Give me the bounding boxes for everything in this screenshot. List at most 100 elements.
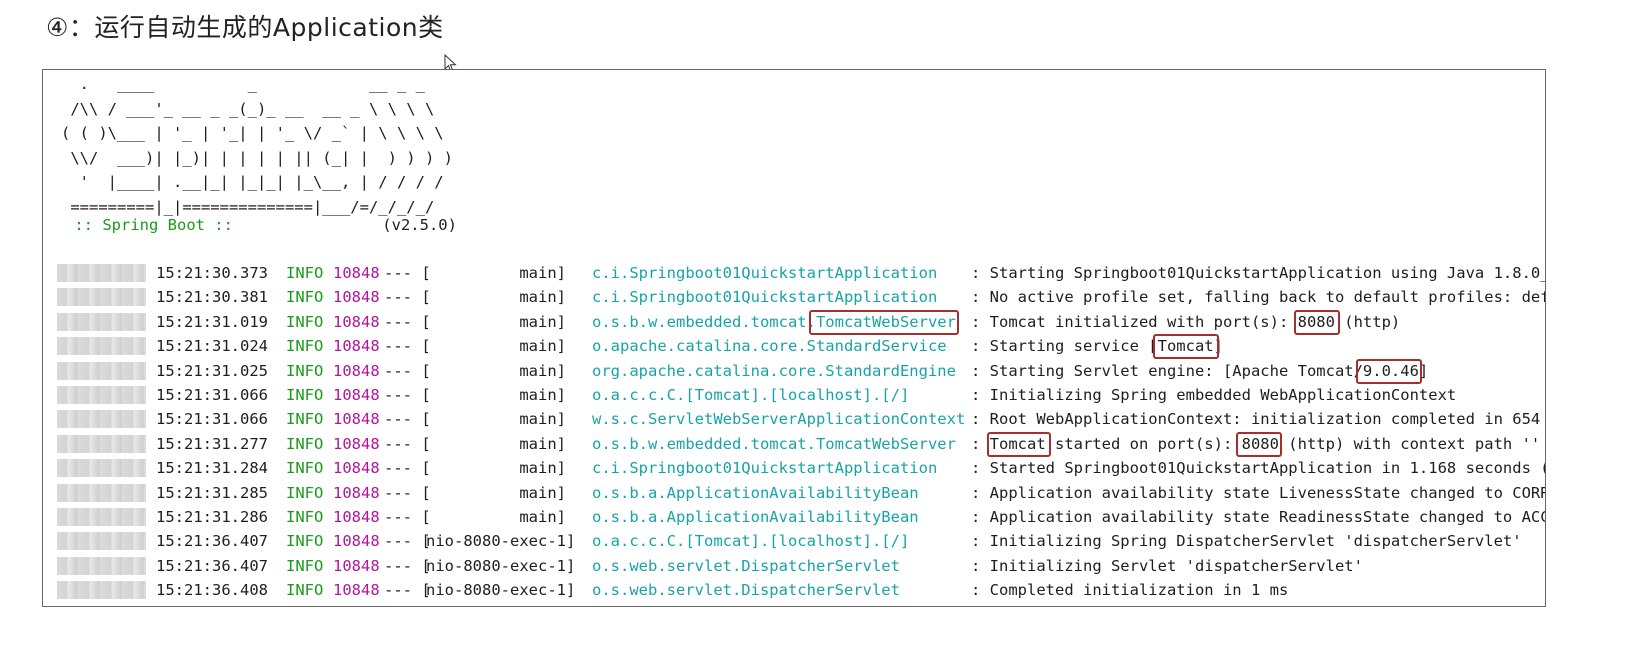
log-time: 15:21:31.066 <box>156 410 268 429</box>
log-separator: --- [ <box>384 483 431 502</box>
log-logger: org.apache.catalina.core.StandardEngine <box>592 361 956 380</box>
log-row: 15:21:31.024 INFO 10848 --- [ main] o.ap… <box>43 334 1545 360</box>
log-thread: main] <box>426 459 566 478</box>
log-level: INFO <box>286 410 324 429</box>
log-rows: 15:21:30.373 INFO 10848 --- [ main] c.i.… <box>43 261 1546 602</box>
redacted-date <box>57 483 146 502</box>
log-pid: 10848 <box>333 434 380 453</box>
log-level: INFO <box>286 581 324 600</box>
highlight-box-tomcat <box>1153 334 1219 360</box>
log-row: 15:21:30.381 INFO 10848 --- [ main] c.i.… <box>43 285 1546 309</box>
log-message: : Root WebApplicationContext: initializa… <box>971 410 1541 429</box>
log-message: : Initializing Spring embedded WebApplic… <box>971 385 1457 404</box>
log-separator: --- [ <box>384 337 431 356</box>
log-message: : Started Springboot01QuickstartApplicat… <box>971 459 1546 478</box>
log-message: : Completed initialization in 1 ms <box>971 581 1289 600</box>
banner-line: \\/ ___)| |_)| | | | | || (_| | ) ) ) ) <box>61 148 453 167</box>
log-separator: --- [ <box>384 410 431 429</box>
log-row: 15:21:31.284 INFO 10848 --- [ main] c.i.… <box>43 456 1546 480</box>
log-time: 15:21:31.277 <box>156 434 268 453</box>
log-pid: 10848 <box>333 361 380 380</box>
log-logger: o.apache.catalina.core.StandardService <box>592 337 947 356</box>
log-level: INFO <box>286 483 324 502</box>
redacted-date <box>57 507 146 526</box>
banner-line: ( ( )\___ | '_ | '_| | '_ \/ _` | \ \ \ … <box>61 124 444 142</box>
log-pid: 10848 <box>333 337 380 356</box>
redacted-date <box>57 361 146 380</box>
log-separator: --- [ <box>384 385 431 404</box>
log-message: : Starting Springboot01QuickstartApplica… <box>971 264 1546 282</box>
log-thread: nio-8080-exec-1] <box>426 532 576 551</box>
log-row: 15:21:31.286 INFO 10848 --- [ main] o.s.… <box>43 505 1545 529</box>
log-thread: main] <box>426 264 566 282</box>
log-logger: o.s.b.a.ApplicationAvailabilityBean <box>592 483 919 502</box>
log-separator: --- [ <box>384 507 431 526</box>
log-message: : No active profile set, falling back to… <box>971 288 1546 307</box>
highlight-box-port <box>1294 309 1340 335</box>
console-output[interactable]: . ____ _ __ _ _ /\\ / ___'_ __ _ _(_)_ _… <box>42 69 1546 607</box>
log-thread: main] <box>426 337 566 356</box>
log-thread: main] <box>426 361 566 380</box>
log-separator: --- [ <box>384 264 431 282</box>
log-time: 15:21:36.407 <box>156 532 268 551</box>
log-logger: o.a.c.c.C.[Tomcat].[localhost].[/] <box>592 532 910 551</box>
redacted-date <box>57 312 146 331</box>
log-thread: nio-8080-exec-1] <box>426 556 576 575</box>
log-time: 15:21:31.066 <box>156 385 268 404</box>
redacted-date <box>57 385 146 404</box>
log-level: INFO <box>286 312 324 331</box>
log-time: 15:21:31.284 <box>156 459 268 478</box>
log-level: INFO <box>286 288 324 307</box>
log-row: 15:21:31.019 INFO 10848 --- [ main] o.s.… <box>43 309 1545 335</box>
redacted-date <box>57 264 146 282</box>
log-row: 15:21:31.066 INFO 10848 --- [ main] o.a.… <box>43 383 1545 407</box>
log-thread: main] <box>426 288 566 307</box>
log-thread: main] <box>426 507 566 526</box>
log-separator: --- [ <box>384 434 431 453</box>
log-message: : Initializing Servlet 'dispatcherServle… <box>971 556 1363 575</box>
log-time: 15:21:31.024 <box>156 337 268 356</box>
redacted-date <box>57 581 146 600</box>
log-separator: --- [ <box>384 312 431 331</box>
log-pid: 10848 <box>333 581 380 600</box>
log-pid: 10848 <box>333 410 380 429</box>
banner-line: . ____ _ __ _ _ <box>61 75 425 93</box>
log-level: INFO <box>286 459 324 478</box>
log-row: 15:21:31.277 INFO 10848 --- [ main] o.s.… <box>43 431 1545 457</box>
log-pid: 10848 <box>333 556 380 575</box>
log-time: 15:21:30.381 <box>156 288 268 307</box>
redacted-date <box>57 410 146 429</box>
log-pid: 10848 <box>333 288 380 307</box>
log-row: 15:21:30.373 INFO 10848 --- [ main] c.i.… <box>43 261 1546 285</box>
log-message: : Application availability state Livenes… <box>971 483 1546 502</box>
log-row: 15:21:31.285 INFO 10848 --- [ main] o.s.… <box>43 481 1546 505</box>
log-separator: --- [ <box>384 556 431 575</box>
log-logger: w.s.c.ServletWebServerApplicationContext <box>592 410 966 429</box>
redacted-date <box>57 459 146 478</box>
log-level: INFO <box>286 507 324 526</box>
redacted-date <box>57 434 146 453</box>
log-level: INFO <box>286 556 324 575</box>
highlight-box-tomcat-started <box>987 431 1051 457</box>
redacted-date <box>57 337 146 356</box>
log-level: INFO <box>286 434 324 453</box>
log-row: 15:21:31.025 INFO 10848 --- [ main] org.… <box>43 358 1545 384</box>
spring-boot-label: :: Spring Boot :: <box>65 216 243 234</box>
spring-banner-art: . ____ _ __ _ _ /\\ / ___'_ __ _ _(_)_ _… <box>61 72 453 219</box>
log-row: 15:21:36.407 INFO 10848 --- [ nio-8080-e… <box>43 529 1545 553</box>
log-pid: 10848 <box>333 507 380 526</box>
log-level: INFO <box>286 264 324 282</box>
log-time: 15:21:31.286 <box>156 507 268 526</box>
log-time: 15:21:36.407 <box>156 556 268 575</box>
log-level: INFO <box>286 532 324 551</box>
redacted-date <box>57 556 146 575</box>
log-thread: main] <box>426 385 566 404</box>
highlight-box-port-started <box>1236 431 1282 457</box>
log-separator: --- [ <box>384 361 431 380</box>
log-pid: 10848 <box>333 459 380 478</box>
log-thread: main] <box>426 434 566 453</box>
spring-boot-version-line: :: Spring Boot :: (v2.5.0) <box>65 213 457 237</box>
log-pid: 10848 <box>333 532 380 551</box>
log-pid: 10848 <box>333 483 380 502</box>
log-logger: c.i.Springboot01QuickstartApplication <box>592 288 938 307</box>
